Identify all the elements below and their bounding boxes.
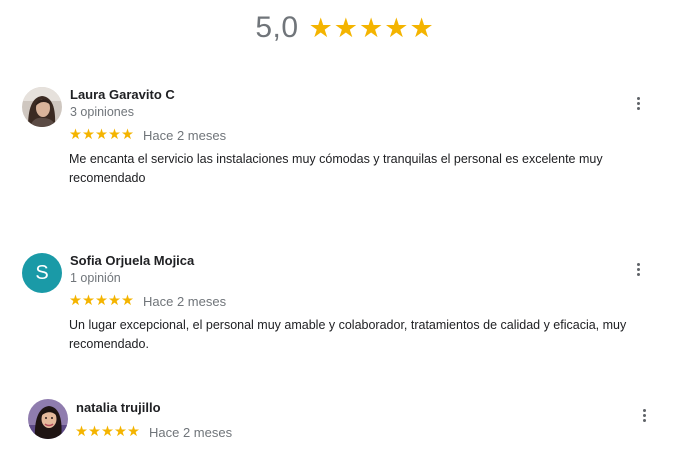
- reviewer-name[interactable]: Sofia Orjuela Mojica: [70, 253, 194, 268]
- review-text: Un lugar excepcional, el personal muy am…: [69, 318, 627, 351]
- avatar[interactable]: [28, 399, 68, 439]
- star-icon: ★: [409, 12, 434, 43]
- star-icon: ★: [121, 127, 134, 144]
- star-icon: ★: [82, 127, 95, 144]
- avatar[interactable]: [22, 87, 62, 127]
- more-vert-icon: [636, 262, 640, 266]
- reviewer-name[interactable]: natalia trujillo: [76, 400, 161, 415]
- star-icon: ★: [127, 424, 140, 441]
- reviews-panel: 5,0 ★ ★ ★ ★ ★ Laura Garavito C 3 opinion…: [0, 0, 690, 458]
- star-icon: ★: [95, 293, 108, 310]
- more-options-button[interactable]: [634, 404, 654, 426]
- star-icon: ★: [108, 127, 121, 144]
- review-date: Hace 2 meses: [143, 128, 227, 143]
- rating-summary: 5,0 ★ ★ ★ ★ ★: [0, 8, 690, 48]
- star-icon: ★: [114, 424, 127, 441]
- avatar[interactable]: S: [22, 253, 62, 293]
- review-count[interactable]: 3 opiniones: [70, 105, 134, 119]
- star-icon: ★: [101, 424, 114, 441]
- review-text: Me encanta el servicio las instalaciones…: [69, 152, 603, 185]
- star-icon: ★: [121, 293, 134, 310]
- star-icon: ★: [108, 293, 121, 310]
- star-icon: ★: [333, 12, 358, 43]
- more-vert-icon: [642, 408, 646, 412]
- star-icon: ★: [359, 12, 384, 43]
- review-date: Hace 2 meses: [143, 294, 227, 309]
- more-options-button[interactable]: [628, 258, 648, 280]
- star-icon: ★: [69, 293, 82, 310]
- review-date: Hace 2 meses: [149, 425, 233, 440]
- star-icon: ★: [69, 127, 82, 144]
- star-icon: ★: [88, 424, 101, 441]
- review-rating: ★ ★ ★ ★ ★ Hace 2 meses: [69, 294, 226, 309]
- star-icon: ★: [75, 424, 88, 441]
- avatar-initial: S: [35, 261, 49, 284]
- overall-stars: ★ ★ ★ ★ ★: [308, 12, 435, 43]
- reviewer-name[interactable]: Laura Garavito C: [70, 87, 175, 102]
- star-icon: ★: [384, 12, 409, 43]
- review-rating: ★ ★ ★ ★ ★ Hace 2 meses: [75, 425, 232, 440]
- more-vert-icon: [636, 96, 640, 100]
- star-icon: ★: [95, 127, 108, 144]
- more-options-button[interactable]: [628, 92, 648, 114]
- review-count[interactable]: 1 opinión: [70, 271, 121, 285]
- overall-score: 5,0: [255, 11, 299, 44]
- review-rating: ★ ★ ★ ★ ★ Hace 2 meses: [69, 128, 226, 143]
- star-icon: ★: [82, 293, 95, 310]
- star-icon: ★: [308, 12, 333, 43]
